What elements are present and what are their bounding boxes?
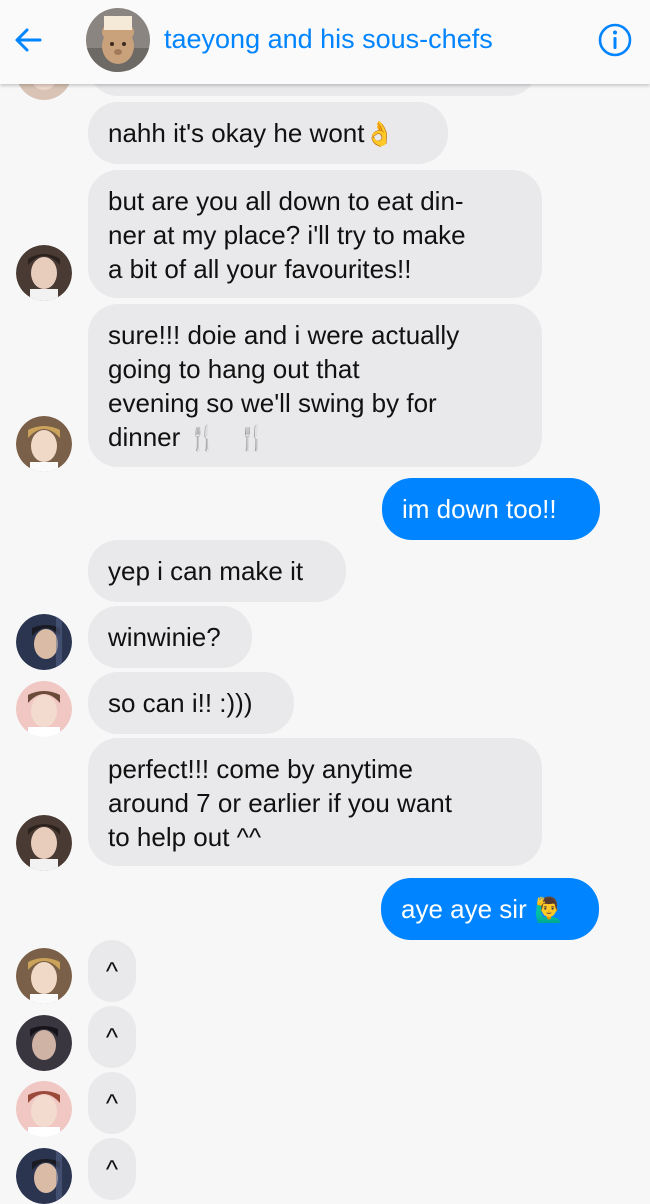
message-bubble[interactable]: ^ [88,1006,136,1068]
message-text: yep i can make it [108,556,304,586]
message-bubble-sent[interactable]: aye aye sir 🙋‍♂️ [381,878,599,940]
message-bubble[interactable]: ^ [88,1138,136,1200]
message-line: ner at my place? i'll try to make [108,220,466,250]
avatar-winwin[interactable] [16,1081,72,1137]
avatar-jaehyun[interactable] [16,1015,72,1071]
chat-header: taeyong and his sous-chefs [0,0,650,84]
message-line: to help out ^^ [108,822,262,852]
message-bubble-sent[interactable]: im down too!! [382,478,600,540]
avatar-winwin[interactable] [16,681,72,737]
message-text: ^ [105,956,119,986]
message-line: sure!!! doie and i were actually [108,320,460,350]
avatar-doyoung[interactable] [16,416,72,472]
message-line: going to hang out that [108,354,360,384]
back-button[interactable] [10,22,46,58]
message-line: dinner [108,422,181,452]
ok-hand-emoji: 👌 [364,120,395,148]
avatar-taeyong[interactable] [16,245,72,301]
message-bubble[interactable]: perfect!!! come by anytime around 7 or e… [88,738,542,866]
message-line: a bit of all your favourites!! [108,254,412,284]
message-text: aye aye sir [401,894,527,924]
avatar-johnny[interactable] [16,1148,72,1204]
message-line: but are you all down to eat din- [108,186,464,216]
message-bubble[interactable]: sure!!! doie and i were actually going t… [88,304,542,467]
message-line: evening so we'll swing by for [108,388,437,418]
message-text: nahh it's okay he wont [108,118,365,148]
message-text: im down too!! [402,494,557,524]
avatar-doyoung[interactable] [16,948,72,1004]
message-line: around 7 or earlier if you want [108,788,452,818]
arrow-left-icon [15,28,42,52]
message-bubble[interactable]: nahh it's okay he wont👌 [88,102,448,164]
message-bubble[interactable]: so can i!! :))) [88,672,294,734]
message-bubble[interactable]: ^ [88,1072,136,1134]
message-text: so can i!! :))) [108,688,253,718]
message-line: perfect!!! come by anytime [108,754,413,784]
message-text: ^ [105,1154,119,1184]
info-icon [598,23,632,57]
message-text: ^ [105,1088,119,1118]
message-bubble[interactable]: but are you all down to eat din- ner at … [88,170,542,298]
message-bubble[interactable]: ^ [88,940,136,1002]
message-bubble[interactable]: winwinie? [88,606,252,668]
info-button[interactable] [597,22,633,58]
chat-title[interactable]: taeyong and his sous-chefs [164,22,493,56]
fork-knife-emoji: 🍴 🍴 [187,424,273,452]
message-bubble[interactable]: yep i can make it [88,540,346,602]
message-text: ^ [105,1022,119,1052]
group-avatar[interactable] [86,8,150,72]
message-list[interactable]: nahh it's okay he wont👌 but are you all … [0,0,650,1204]
avatar-johnny[interactable] [16,614,72,670]
message-text: winwinie? [108,622,221,652]
person-raising-hand-emoji: 🙋‍♂️ [533,896,564,924]
avatar-taeyong[interactable] [16,815,72,871]
